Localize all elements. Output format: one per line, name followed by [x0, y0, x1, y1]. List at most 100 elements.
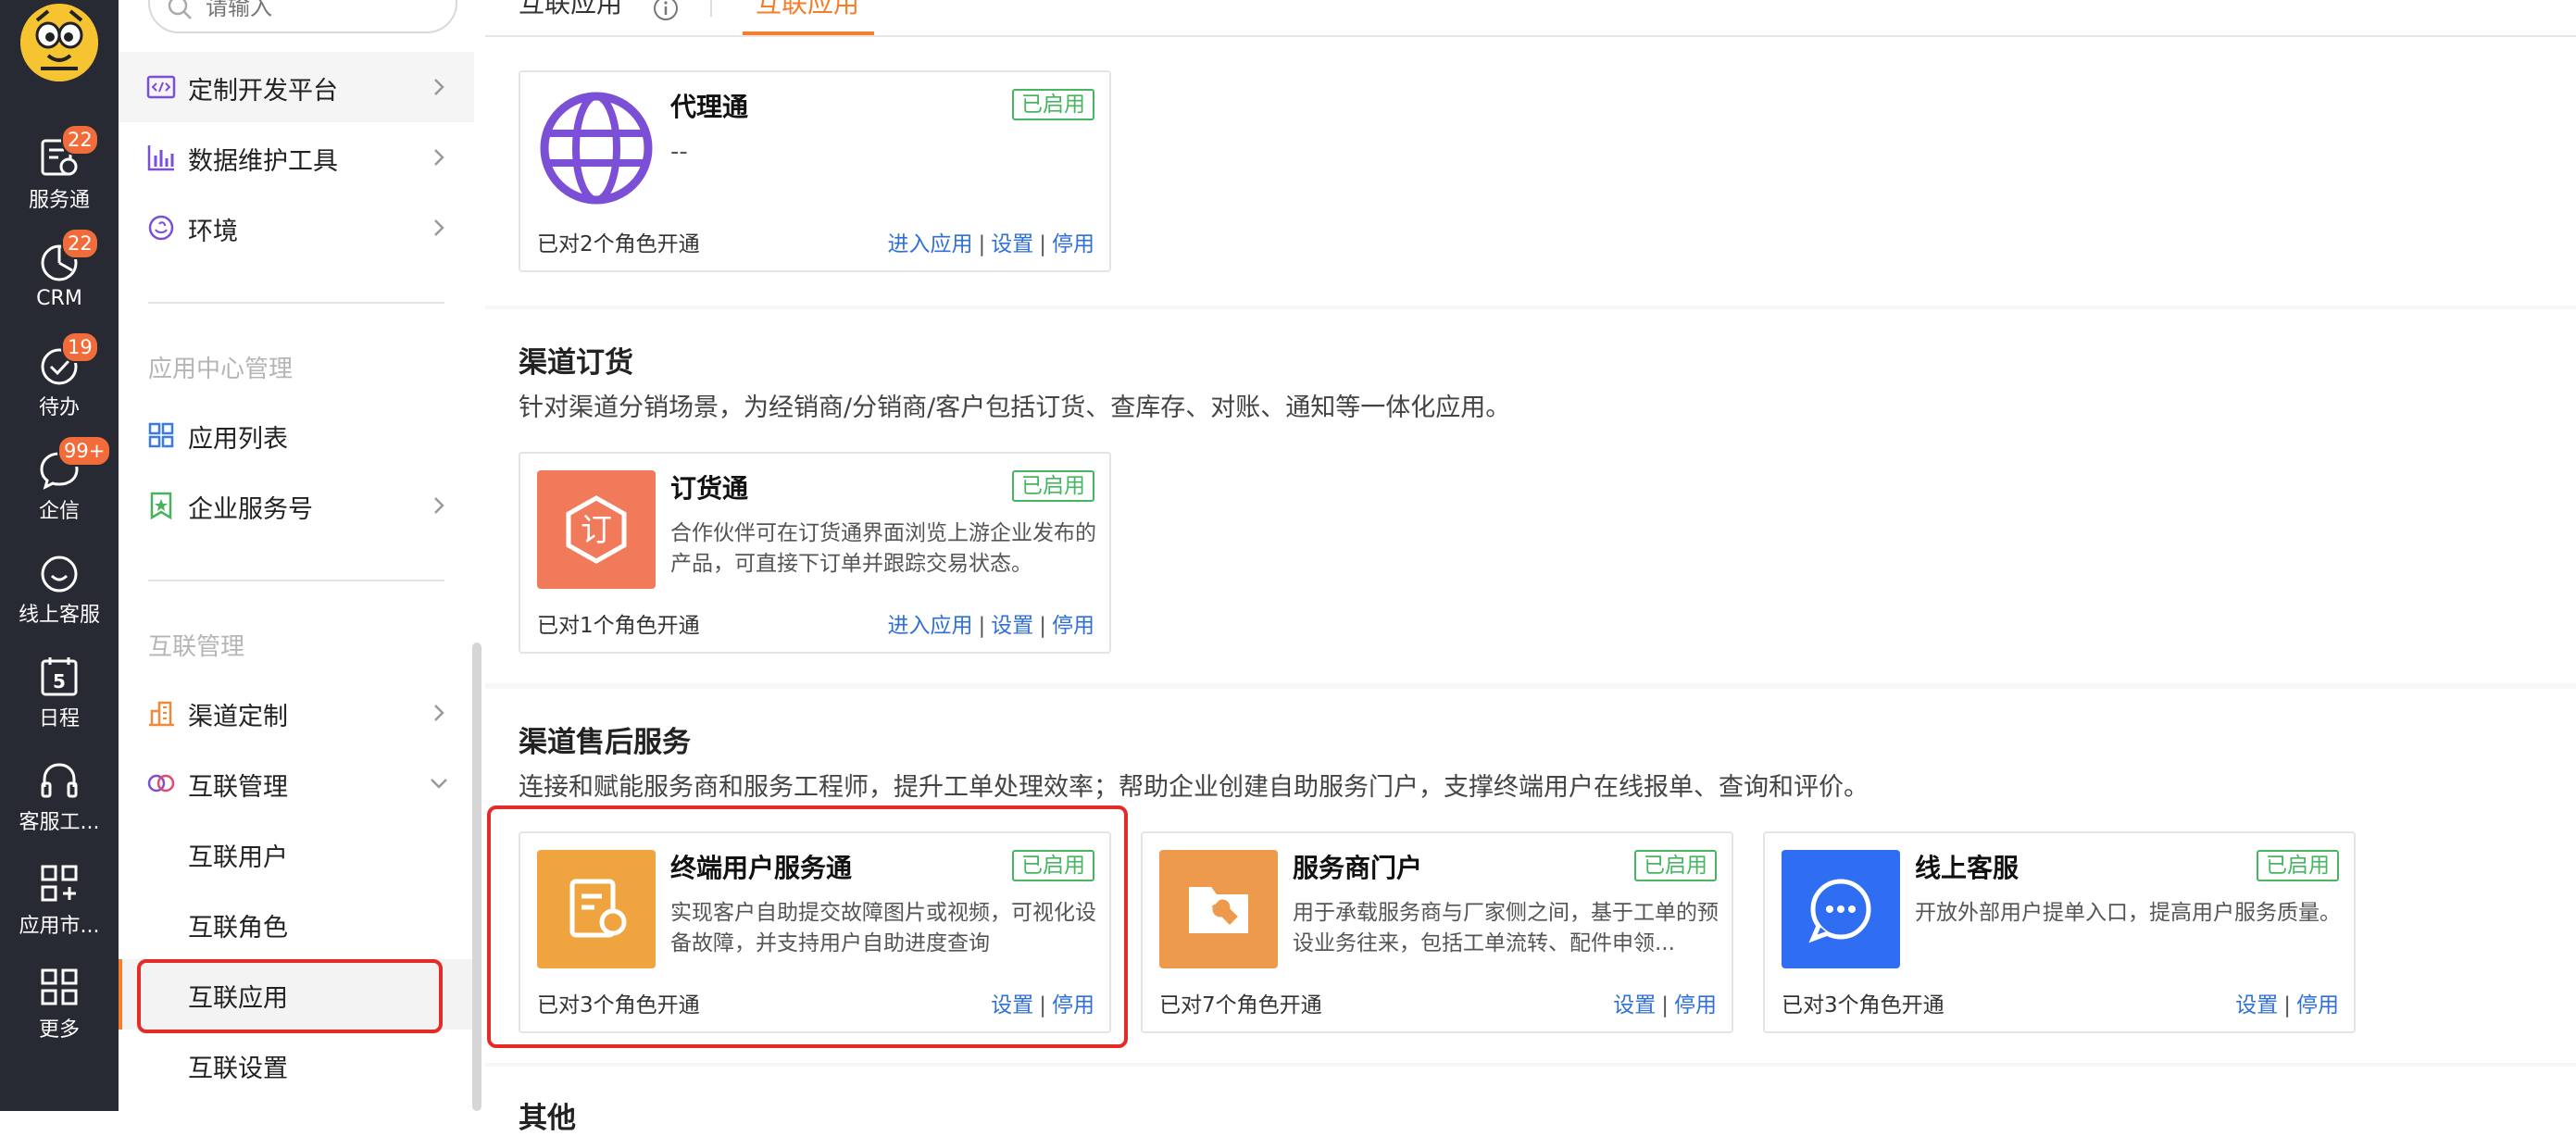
rail-item-messenger[interactable]: 99+ 企信 [0, 435, 119, 530]
disable-link[interactable]: 停用 [1052, 232, 1094, 256]
menu-item-environment[interactable]: 环境 [119, 193, 474, 263]
card-actions: 设置 | 停用 [2235, 993, 2339, 1017]
menu-item-label: 互联管理 [188, 773, 288, 802]
section-channel-ordering: 渠道订货 针对渠道分销场景，为经销商/分销商/客户包括订货、查库存、对账、通知等… [485, 309, 2576, 683]
app-card-agent[interactable]: 代理通 已启用 -- 已对2个角色开通 进入应用 | 设置 | 停用 [519, 70, 1111, 272]
rail-item-more[interactable]: 更多 [0, 955, 119, 1048]
chevron-right-icon [434, 219, 444, 236]
building-icon [149, 701, 174, 727]
rail-item-label: 更多 [38, 1018, 80, 1042]
app-description: 用于承载服务商与厂家侧之间，基于工单的预设业务往来，包括工单流转、配件申领... [1293, 901, 1719, 955]
settings-link[interactable]: 设置 [991, 614, 1033, 638]
status-badge-enabled: 已启用 [1634, 850, 1717, 881]
menu-search-box[interactable] [148, 0, 457, 33]
section-other: 其他 [485, 1067, 2576, 1135]
tab-bar: 互联应用 互联应用 [485, 0, 2576, 37]
tab-interconnect-apps-inner[interactable]: 互联应用 [519, 0, 622, 20]
selected-indicator [119, 959, 122, 1030]
settings-link[interactable]: 设置 [991, 993, 1033, 1017]
rail-item-cs-workbench[interactable]: 客服工... [0, 748, 119, 841]
globe-icon [540, 92, 653, 205]
user-avatar-logo[interactable] [20, 4, 98, 81]
rail-item-schedule[interactable]: 5 日程 [0, 644, 119, 737]
app-icon-box [537, 89, 656, 207]
rail-item-online-service[interactable]: 线上客服 [0, 541, 119, 633]
app-icon-box [1159, 850, 1278, 968]
unread-badge: 22 [61, 124, 99, 156]
chevron-right-icon [434, 79, 444, 95]
sub-item-interconnect-apps-selected[interactable]: 互联应用 [119, 959, 474, 1030]
search-icon [168, 0, 192, 19]
service-doc-wrench-icon [569, 879, 627, 938]
menu-item-interconnect-management[interactable]: 互联管理 [119, 748, 474, 818]
unread-badge: 99+ [57, 435, 112, 467]
app-name: 终端用户服务通 [670, 853, 853, 883]
enter-app-link[interactable]: 进入应用 [888, 614, 973, 638]
settings-side-menu: 定制开发平台 数据维护工具 环境 应用中心管理 应用列表 [119, 0, 474, 1111]
section-title: 其他 [519, 1102, 576, 1135]
menu-search-input[interactable] [204, 0, 439, 22]
app-icon-box: 订 [537, 470, 656, 589]
grid-more-icon [41, 968, 78, 1005]
menu-item-data-tools[interactable]: 数据维护工具 [119, 122, 474, 193]
menu-divider [148, 302, 444, 304]
rail-item-todo[interactable]: 19 待办 [0, 331, 119, 426]
menu-item-custom-dev-platform[interactable]: 定制开发平台 [119, 52, 474, 122]
app-card-service-provider-portal[interactable]: 服务商门户 已启用 用于承载服务商与厂家侧之间，基于工单的预设业务往来，包括工单… [1141, 831, 1733, 1033]
sub-item-label: 互联设置 [188, 1055, 288, 1083]
disable-link[interactable]: 停用 [2296, 993, 2339, 1017]
sub-item-interconnect-users[interactable]: 互联用户 [119, 818, 474, 889]
disable-link[interactable]: 停用 [1674, 993, 1717, 1017]
menu-item-app-list[interactable]: 应用列表 [119, 400, 474, 470]
menu-item-enterprise-service-account[interactable]: 企业服务号 [119, 470, 474, 541]
role-count-text: 已对3个角色开通 [1782, 993, 1945, 1017]
chat-dots-icon [1808, 879, 1871, 943]
sub-item-interconnect-roles[interactable]: 互联角色 [119, 889, 474, 959]
app-name: 代理通 [670, 92, 749, 122]
linked-rings-icon [147, 774, 175, 793]
settings-link[interactable]: 设置 [1613, 993, 1656, 1017]
environment-icon [148, 215, 174, 241]
menu-item-label: 数据维护工具 [188, 147, 338, 176]
app-description: 实现客户自助提交故障图片或视频，可视化设备故障，并支持用户自助进度查询 [670, 901, 1096, 955]
app-description: -- [670, 138, 688, 166]
menu-item-label: 渠道定制 [188, 703, 288, 731]
unread-badge: 19 [61, 331, 99, 363]
section-agent: 代理通 已启用 -- 已对2个角色开通 进入应用 | 设置 | 停用 [485, 37, 2576, 306]
rail-item-app-market[interactable]: 应用市... [0, 852, 119, 944]
menu-item-label: 环境 [188, 218, 238, 246]
menu-scrollbar[interactable] [472, 643, 481, 1111]
rail-item-label: CRM [36, 287, 82, 310]
rail-item-label: 日程 [38, 707, 80, 730]
active-tab-underline [743, 31, 874, 35]
settings-link[interactable]: 设置 [991, 232, 1033, 256]
card-actions: 进入应用 | 设置 | 停用 [887, 614, 1095, 638]
role-count-text: 已对1个角色开通 [537, 614, 700, 638]
app-card-online-service[interactable]: 线上客服 已启用 开放外部用户提单入口，提高用户服务质量。 已对3个角色开通 设… [1763, 831, 2356, 1033]
bar-chart-icon [147, 145, 174, 171]
rail-item-label: 客服工... [19, 811, 100, 834]
settings-link[interactable]: 设置 [2235, 993, 2278, 1017]
disable-link[interactable]: 停用 [1052, 614, 1094, 638]
disable-link[interactable]: 停用 [1052, 993, 1094, 1017]
rail-item-label: 应用市... [19, 915, 100, 938]
tab-interconnect-apps-active[interactable]: 互联应用 [756, 0, 859, 20]
enter-app-link[interactable]: 进入应用 [888, 232, 973, 256]
rail-item-crm[interactable]: 22 CRM [0, 228, 119, 322]
card-actions: 设置 | 停用 [1613, 993, 1717, 1017]
menu-item-channel-custom[interactable]: 渠道定制 [119, 678, 474, 748]
app-icon-box [537, 850, 656, 968]
card-actions: 进入应用 | 设置 | 停用 [887, 232, 1095, 256]
folder-wrench-icon [1189, 887, 1248, 933]
sub-item-interconnect-settings[interactable]: 互联设置 [119, 1030, 474, 1100]
info-icon[interactable] [652, 0, 680, 22]
app-card-ordering[interactable]: 订 订货通 已启用 合作伙伴可在订货通界面浏览上游企业发布的产品，可直接下订单并… [519, 452, 1111, 654]
menu-item-label: 定制开发平台 [188, 77, 338, 106]
sub-item-label: 互联应用 [188, 984, 288, 1013]
rail-item-service-tong[interactable]: 22 服务通 [0, 124, 119, 218]
sub-item-label: 互联用户 [188, 843, 288, 872]
app-card-end-user-service[interactable]: 终端用户服务通 已启用 实现客户自助提交故障图片或视频，可视化设备故障，并支持用… [519, 831, 1111, 1033]
section-title: 渠道订货 [519, 346, 633, 380]
menu-divider [148, 580, 444, 581]
rail-item-label: 线上客服 [18, 604, 100, 627]
